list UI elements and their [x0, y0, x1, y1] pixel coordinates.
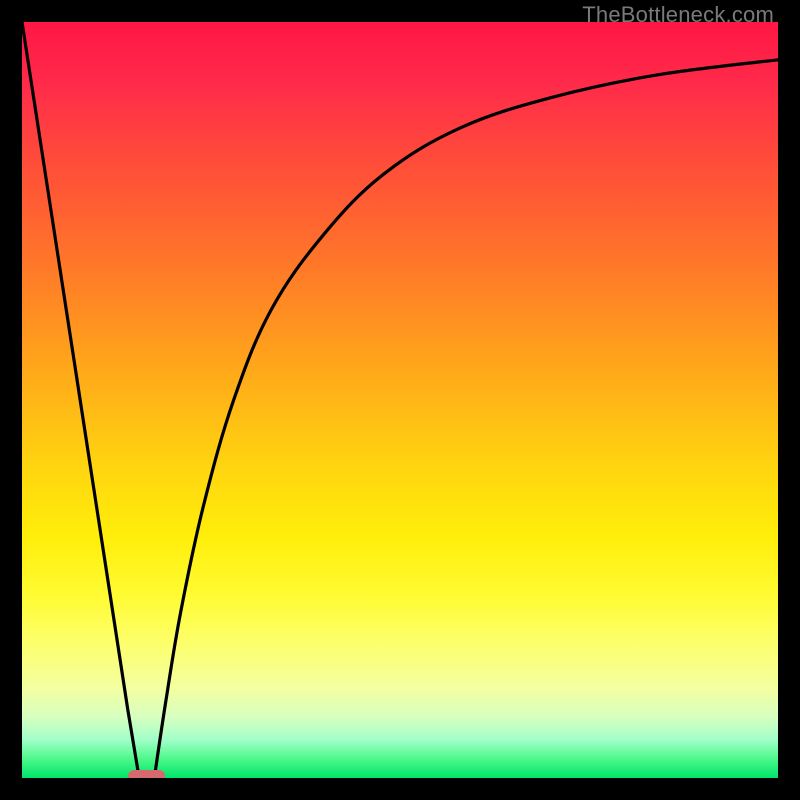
chart-frame: TheBottleneck.com	[0, 0, 800, 800]
bottleneck-marker	[128, 770, 166, 778]
curve-layer	[22, 22, 778, 778]
curve-right-branch	[154, 60, 778, 778]
curve-left-branch	[22, 22, 139, 778]
plot-area	[22, 22, 778, 778]
